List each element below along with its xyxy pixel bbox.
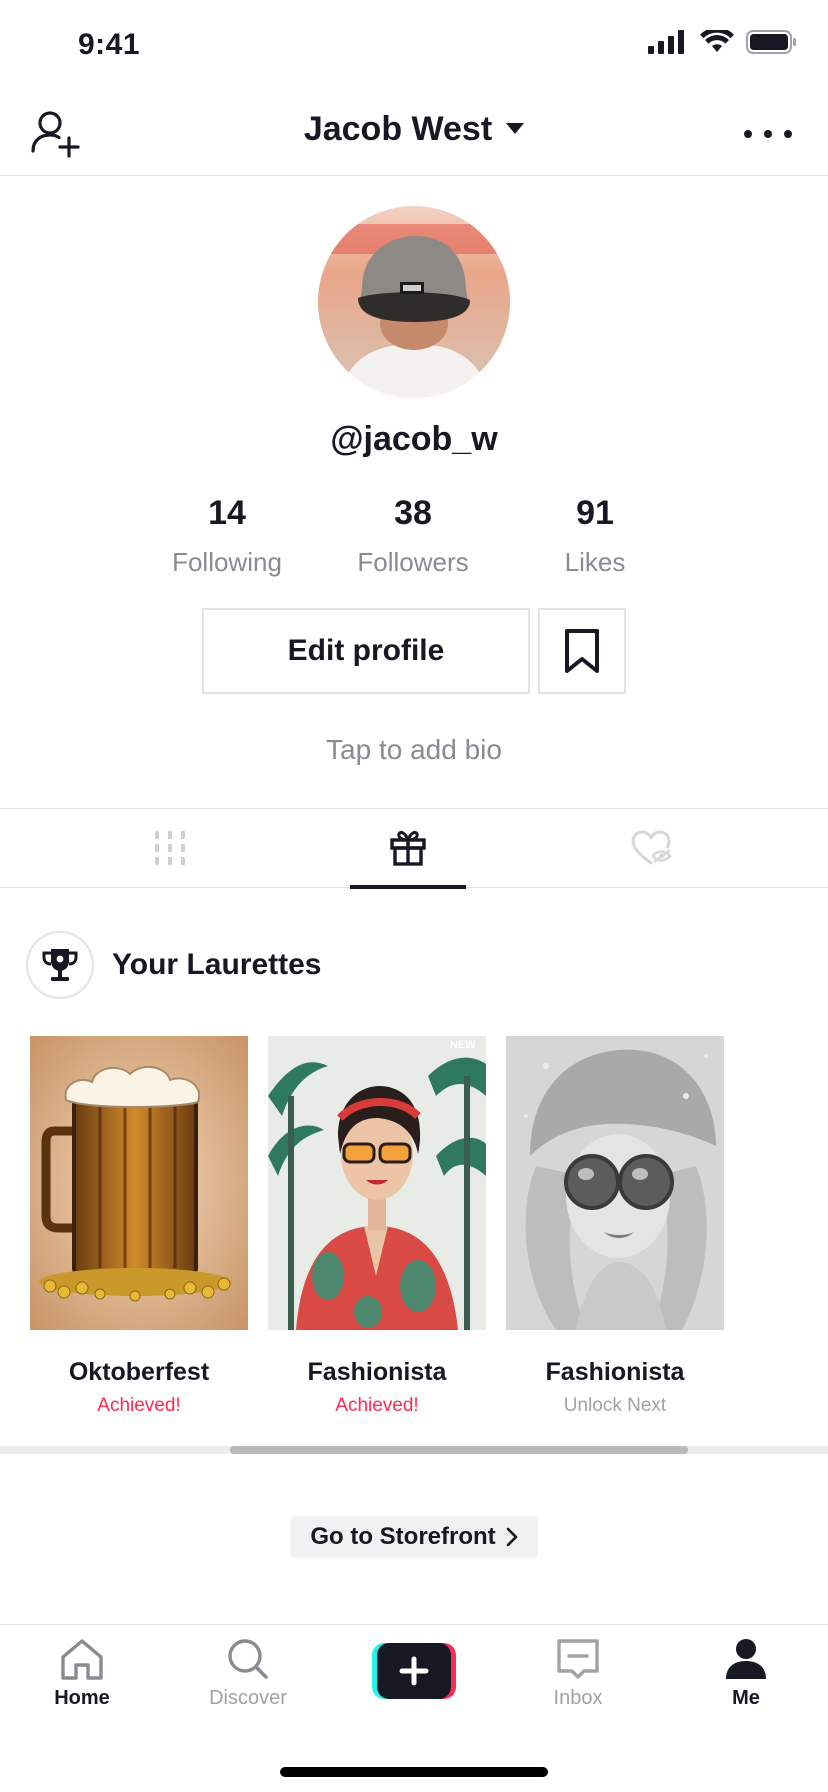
profile-header: Jacob West [0,92,828,176]
more-options-icon[interactable] [744,114,792,154]
avatar-photo [318,206,510,398]
laurettes-carousel[interactable]: Oktoberfest Achieved! NEW Fashionista Ac… [30,1036,828,1416]
stat-label: Likes [564,547,626,577]
profile-icon [726,1639,766,1679]
nav-label: Inbox [553,1687,603,1709]
stat-followers[interactable]: 38 Followers [328,494,498,578]
laurette-image [30,1036,248,1330]
caret-down-icon [506,122,525,134]
cellular-signal-icon [648,30,684,54]
laurette-name: Fashionista [545,1358,685,1386]
laurette-image [506,1036,724,1330]
nav-me[interactable]: Me [676,1637,816,1710]
nav-home[interactable]: Home [12,1637,152,1710]
profile-handle: @jacob_w [330,420,498,458]
search-icon [228,1639,268,1679]
laurette-image: NEW [268,1036,486,1330]
stat-label: Followers [357,547,469,577]
avatar[interactable] [318,206,510,398]
wifi-icon [700,30,734,52]
laurette-card[interactable]: NEW Fashionista Achieved! [268,1036,486,1417]
account-switcher[interactable]: Jacob West [0,110,828,149]
status-bar: 9:41 [0,0,828,90]
laurettes-header: Your Laurettes [26,930,322,1000]
nav-label: Discover [209,1687,287,1709]
stat-likes[interactable]: 91 Likes [510,494,680,578]
tab-laurettes[interactable] [328,809,488,889]
new-badge: NEW [450,1039,476,1051]
carousel-scroll-thumb[interactable] [230,1446,688,1454]
fashionista-locked-illustration [506,1036,724,1330]
trophy-icon [42,949,78,981]
laurettes-title: Your Laurettes [112,948,322,981]
tab-videos[interactable] [90,809,250,887]
stat-value: 38 [394,494,432,532]
status-time: 9:41 [78,28,141,61]
account-name: Jacob West [303,110,493,148]
create-button[interactable] [372,1643,456,1699]
profile-stats: 14 Following 38 Followers 91 Likes [0,494,828,584]
nav-label: Me [732,1687,760,1709]
stat-following[interactable]: 14 Following [142,494,312,578]
gift-icon [390,830,426,866]
tab-liked[interactable] [572,809,732,887]
grid-icon [155,831,185,865]
trophy-badge [26,931,94,999]
inbox-icon [557,1639,599,1679]
nav-label: Home [54,1687,110,1709]
bio-placeholder[interactable]: Tap to add bio [0,734,828,766]
profile-tabs [0,808,828,889]
laurette-card[interactable]: Fashionista Unlock Next [506,1036,724,1417]
home-indicator[interactable] [280,1767,548,1777]
go-to-storefront-button[interactable]: Go to Storefront [290,1516,538,1558]
plus-icon [372,1643,456,1699]
laurette-card[interactable]: Oktoberfest Achieved! [30,1036,248,1417]
laurette-status: Achieved! [335,1395,419,1416]
beer-mug-illustration [30,1036,248,1330]
home-icon [61,1639,103,1680]
laurette-name: Fashionista [307,1358,447,1386]
fashionista-illustration: NEW [268,1036,486,1330]
bottom-navigation: Home Discover Inbox Me [0,1624,828,1792]
stat-value: 91 [576,494,614,532]
chevron-right-icon [506,1527,517,1547]
favorites-button[interactable] [538,608,626,694]
nav-inbox[interactable]: Inbox [508,1637,648,1710]
battery-icon [746,30,796,54]
storefront-label: Go to Storefront [310,1523,496,1550]
edit-profile-button[interactable]: Edit profile [202,608,530,694]
laurette-status: Achieved! [97,1395,181,1416]
laurette-name: Oktoberfest [68,1358,210,1386]
hidden-heart-icon [631,830,672,865]
stat-value: 14 [208,494,246,532]
nav-discover[interactable]: Discover [178,1637,318,1710]
status-icons [648,30,798,54]
bookmark-icon [565,629,599,673]
stat-label: Following [172,547,282,577]
laurette-status: Unlock Next [563,1395,667,1416]
